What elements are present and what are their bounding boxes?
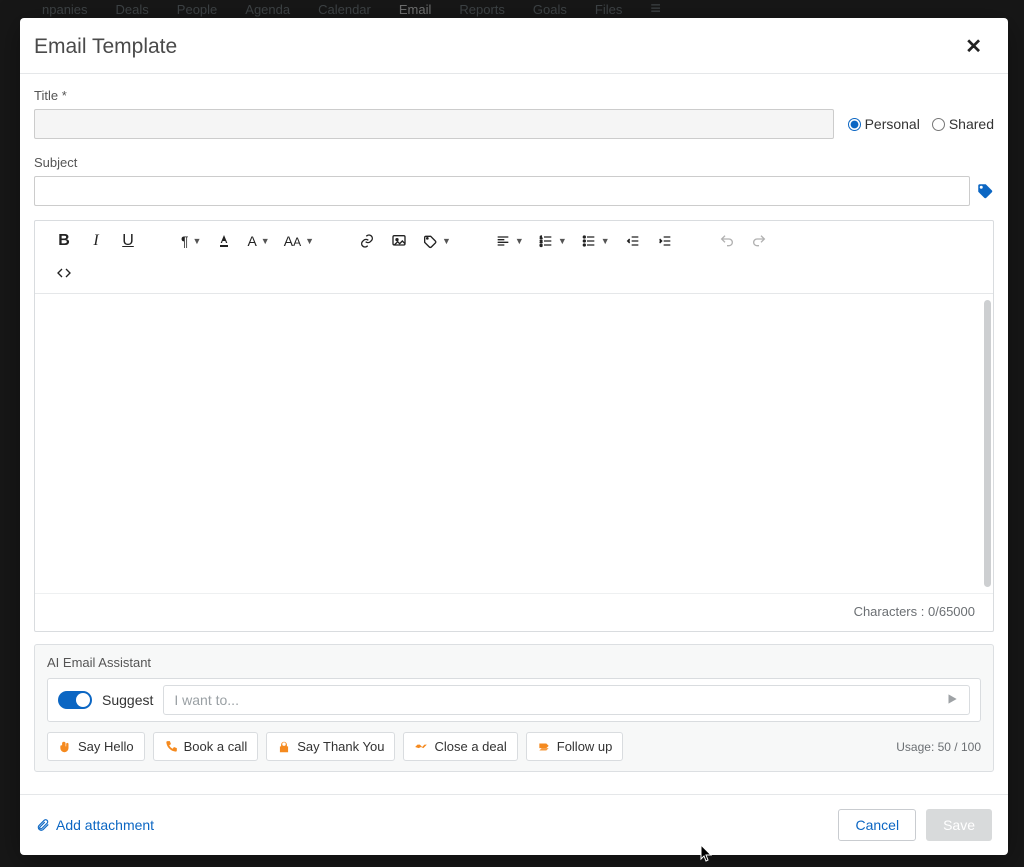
ai-suggestion-chips: Say Hello Book a call Say Thank You Clos… bbox=[47, 732, 623, 761]
email-template-modal: Email Template ✕ Title * Personal Shared… bbox=[20, 18, 1008, 855]
editor-textarea[interactable] bbox=[35, 294, 993, 594]
visibility-radio-group: Personal Shared bbox=[848, 116, 994, 132]
link-icon bbox=[359, 233, 375, 249]
undo-icon bbox=[719, 233, 735, 249]
indent-button[interactable] bbox=[650, 227, 680, 255]
italic-button[interactable]: I bbox=[81, 227, 111, 255]
chip-label: Say Hello bbox=[78, 739, 134, 754]
add-attachment-link[interactable]: Add attachment bbox=[36, 817, 154, 833]
save-button: Save bbox=[926, 809, 992, 841]
paragraph-format-dropdown[interactable]: ¶▼ bbox=[175, 227, 207, 255]
close-button[interactable]: ✕ bbox=[959, 32, 988, 61]
insert-tag-dropdown[interactable]: ▼ bbox=[416, 227, 457, 255]
redo-button[interactable] bbox=[744, 227, 774, 255]
font-family-label: A bbox=[247, 233, 256, 249]
unordered-list-icon bbox=[581, 233, 597, 249]
personal-radio[interactable] bbox=[848, 118, 861, 131]
ai-placeholder: I want to... bbox=[174, 692, 239, 708]
personal-label: Personal bbox=[865, 116, 920, 132]
chip-book-call[interactable]: Book a call bbox=[153, 732, 259, 761]
chip-say-hello[interactable]: Say Hello bbox=[47, 732, 145, 761]
underline-button[interactable]: U bbox=[113, 227, 143, 255]
insert-link-button[interactable] bbox=[352, 227, 382, 255]
cancel-button[interactable]: Cancel bbox=[838, 809, 916, 841]
rich-text-editor: B I U ¶▼ A▼ AA▼ bbox=[34, 220, 994, 632]
price-tag-icon bbox=[422, 233, 438, 249]
chip-follow-up[interactable]: Follow up bbox=[526, 732, 624, 761]
subject-label: Subject bbox=[34, 155, 994, 170]
attach-label: Add attachment bbox=[56, 817, 154, 833]
modal-body: Title * Personal Shared Subject bbox=[20, 74, 1008, 794]
ordered-list-icon: 123 bbox=[538, 233, 554, 249]
ordered-list-dropdown[interactable]: 123 ▼ bbox=[532, 227, 573, 255]
suggest-toggle[interactable] bbox=[58, 691, 92, 709]
chip-label: Close a deal bbox=[434, 739, 506, 754]
chip-label: Book a call bbox=[184, 739, 248, 754]
indent-icon bbox=[657, 233, 673, 249]
run-ai-button[interactable] bbox=[945, 692, 959, 709]
bold-button[interactable]: B bbox=[49, 227, 79, 255]
font-size-dropdown[interactable]: AA▼ bbox=[278, 227, 320, 255]
ai-assistant-panel: AI Email Assistant Suggest I want to... … bbox=[34, 644, 994, 772]
visibility-shared[interactable]: Shared bbox=[932, 116, 994, 132]
usage-label: Usage: bbox=[896, 740, 934, 754]
modal-title: Email Template bbox=[34, 35, 177, 59]
outdent-icon bbox=[625, 233, 641, 249]
paperclip-icon bbox=[36, 818, 50, 832]
chip-thank-you[interactable]: Say Thank You bbox=[266, 732, 395, 761]
shared-radio[interactable] bbox=[932, 118, 945, 131]
scrollbar[interactable] bbox=[984, 300, 991, 587]
usage-value: 50 / 100 bbox=[938, 740, 981, 754]
insert-image-button[interactable] bbox=[384, 227, 414, 255]
character-count: Characters : 0/65000 bbox=[35, 594, 993, 631]
ai-assistant-title: AI Email Assistant bbox=[47, 655, 981, 670]
title-label: Title * bbox=[34, 88, 994, 103]
suggest-label: Suggest bbox=[102, 692, 153, 708]
subject-input[interactable] bbox=[34, 176, 970, 206]
pilcrow-icon: ¶ bbox=[181, 233, 189, 249]
modal-footer: Add attachment Cancel Save bbox=[20, 794, 1008, 855]
char-count-label: Characters : bbox=[854, 604, 925, 619]
ai-suggest-row: Suggest I want to... bbox=[47, 678, 981, 722]
editor-toolbar: B I U ¶▼ A▼ AA▼ bbox=[35, 221, 993, 294]
chip-label: Follow up bbox=[557, 739, 613, 754]
ai-prompt-input[interactable]: I want to... bbox=[163, 685, 970, 715]
chip-label: Say Thank You bbox=[297, 739, 384, 754]
font-family-dropdown[interactable]: A▼ bbox=[241, 227, 275, 255]
ai-usage: Usage: 50 / 100 bbox=[896, 740, 981, 754]
shared-label: Shared bbox=[949, 116, 994, 132]
code-icon bbox=[56, 265, 72, 281]
char-count-value: 0/65000 bbox=[928, 604, 975, 619]
tag-icon[interactable] bbox=[976, 182, 994, 200]
align-left-icon bbox=[495, 233, 511, 249]
redo-icon bbox=[751, 233, 767, 249]
visibility-personal[interactable]: Personal bbox=[848, 116, 920, 132]
unordered-list-dropdown[interactable]: ▼ bbox=[575, 227, 616, 255]
code-view-button[interactable] bbox=[49, 259, 79, 287]
text-color-icon bbox=[216, 233, 232, 249]
image-icon bbox=[391, 233, 407, 249]
undo-button[interactable] bbox=[712, 227, 742, 255]
outdent-button[interactable] bbox=[618, 227, 648, 255]
align-dropdown[interactable]: ▼ bbox=[489, 227, 530, 255]
text-color-dropdown[interactable] bbox=[209, 227, 239, 255]
title-input[interactable] bbox=[34, 109, 834, 139]
modal-header: Email Template ✕ bbox=[20, 18, 1008, 74]
svg-text:3: 3 bbox=[540, 242, 543, 247]
chip-close-deal[interactable]: Close a deal bbox=[403, 732, 517, 761]
